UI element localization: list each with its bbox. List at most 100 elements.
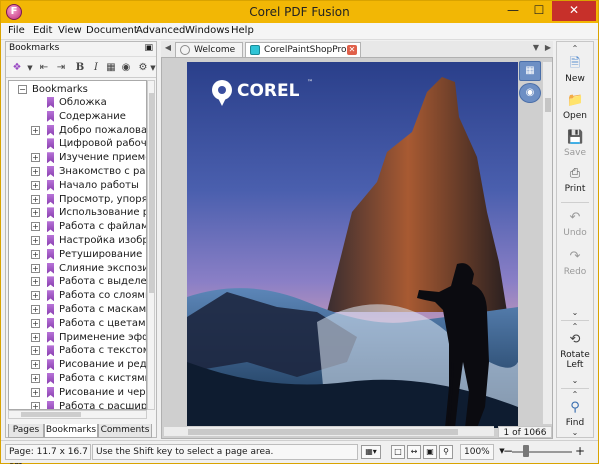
expand-node-icon[interactable]: +	[31, 208, 40, 218]
collapse-node-icon[interactable]: −	[18, 85, 27, 94]
scroll-thumb[interactable]	[149, 93, 154, 293]
dropdown-arrow-icon[interactable]: ▼	[146, 61, 160, 75]
expand-node-icon[interactable]: +	[31, 291, 40, 301]
tab-scroll-left-icon[interactable]: ◀	[163, 43, 173, 52]
list-item[interactable]: Содержание	[9, 110, 146, 123]
list-item[interactable]: + Работа с масками	[9, 303, 146, 316]
italic-icon[interactable]: I	[89, 61, 103, 75]
open-button[interactable]: 📁 Open	[557, 91, 593, 129]
expand-node-icon[interactable]: +	[31, 374, 40, 383]
close-tab-icon[interactable]: ✕	[347, 45, 357, 55]
expand-node-icon[interactable]: +	[31, 194, 40, 204]
print-button[interactable]: ⎙ Print	[557, 164, 593, 202]
minimize-button[interactable]: —	[500, 1, 526, 21]
list-item[interactable]: + Ретуширование и в	[9, 248, 146, 261]
actual-size-icon[interactable]: ▣	[423, 445, 437, 459]
chevron-down-icon[interactable]: ⌄	[557, 376, 593, 385]
list-item[interactable]: + Знакомство с рабо	[9, 165, 146, 178]
menu-advanced[interactable]: Advanced	[136, 25, 185, 36]
tab-list-dropdown-icon[interactable]: ▼	[531, 43, 541, 52]
close-button[interactable]: ✕	[552, 1, 596, 21]
properties-icon[interactable]: ▦	[104, 61, 118, 75]
tab-welcome[interactable]: Welcome	[175, 42, 243, 57]
list-item[interactable]: + Настройка изображ	[9, 234, 146, 247]
scroll-thumb[interactable]	[188, 429, 458, 435]
tab-bookmarks[interactable]: Bookmarks	[44, 424, 98, 438]
expand-node-icon[interactable]: +	[31, 332, 40, 342]
tree-horizontal-scrollbar[interactable]	[8, 410, 147, 419]
expand-node-icon[interactable]: +	[31, 167, 40, 176]
save-button[interactable]: 💾 Save	[557, 128, 593, 166]
chevron-down-icon[interactable]: ⌄	[557, 308, 593, 317]
menu-view[interactable]: View	[58, 25, 82, 36]
tab-comments[interactable]: Comments	[98, 424, 152, 438]
tab-scroll-right-icon[interactable]: ▶	[543, 43, 553, 52]
menu-windows[interactable]: Windows	[185, 25, 230, 36]
list-item[interactable]: + Добро пожаловать	[9, 124, 146, 137]
zoom-slider-thumb[interactable]	[523, 445, 529, 457]
page-navigator-button[interactable]: ◉	[519, 83, 541, 103]
zoom-level[interactable]: 100%	[460, 444, 494, 460]
list-item[interactable]: + Использование раб	[9, 206, 146, 219]
document-horizontal-scrollbar[interactable]	[164, 426, 494, 436]
expand-node-icon[interactable]: +	[31, 263, 40, 273]
expand-node-icon[interactable]: +	[31, 401, 40, 409]
expand-node-icon[interactable]: +	[31, 236, 40, 245]
list-item[interactable]: + Работа со слоями	[9, 289, 146, 302]
expand-node-icon[interactable]: +	[31, 125, 40, 135]
page-thumbnails-button[interactable]: ▦	[519, 61, 541, 81]
expand-node-icon[interactable]: +	[31, 318, 40, 328]
list-item[interactable]: Цифровой рабочий	[9, 137, 146, 150]
collapse-icon[interactable]: ⇥	[54, 61, 68, 75]
menu-document[interactable]: Document	[86, 25, 138, 36]
maximize-button[interactable]: ☐	[526, 1, 552, 21]
tree-root[interactable]: − Bookmarks	[9, 83, 146, 96]
expand-node-icon[interactable]: +	[31, 180, 40, 190]
expand-node-icon[interactable]: +	[31, 222, 40, 232]
dropdown-arrow-icon[interactable]: ▼	[23, 61, 37, 75]
menu-edit[interactable]: Edit	[33, 25, 52, 36]
list-item[interactable]: + Рисование и черчен	[9, 386, 146, 399]
menu-help[interactable]: Help	[231, 25, 254, 36]
color-icon[interactable]: ◉	[119, 61, 133, 75]
expand-node-icon[interactable]: +	[31, 346, 40, 356]
panel-float-icon[interactable]: ▣	[144, 43, 153, 53]
document-page[interactable]: COREL ™	[187, 62, 518, 428]
chevron-down-icon[interactable]: ⌄	[557, 428, 593, 437]
fit-width-icon[interactable]: ↔	[407, 445, 421, 459]
new-bookmark-icon[interactable]: ❖	[10, 61, 24, 75]
chevron-up-icon[interactable]: ⌃	[557, 44, 593, 53]
list-item[interactable]: Обложка	[9, 96, 146, 109]
zoom-in-icon[interactable]: +	[573, 445, 587, 459]
tree-vertical-scrollbar[interactable]	[147, 80, 155, 410]
document-vertical-scrollbar[interactable]	[542, 62, 552, 424]
expand-node-icon[interactable]: +	[31, 249, 40, 259]
expand-node-icon[interactable]: +	[31, 277, 40, 287]
rotate-left-button[interactable]: ⟲ Rotate Left	[557, 330, 593, 374]
list-item[interactable]: + Рисование и редакт	[9, 358, 146, 371]
bold-icon[interactable]: B	[73, 61, 87, 75]
list-item[interactable]: + Работа с выделенн	[9, 275, 146, 288]
list-item[interactable]: + Работа с текстом	[9, 344, 146, 357]
list-item[interactable]: + Работа с цветами и	[9, 317, 146, 330]
expand-icon[interactable]: ⇤	[37, 61, 51, 75]
list-item[interactable]: + Изучение приемов	[9, 151, 146, 164]
menu-file[interactable]: File	[8, 25, 25, 36]
expand-node-icon[interactable]: +	[31, 360, 40, 370]
list-item[interactable]: + Применение эффек	[9, 331, 146, 344]
redo-button[interactable]: ↷ Redo	[557, 247, 593, 285]
scroll-thumb[interactable]	[545, 98, 551, 112]
undo-button[interactable]: ↶ Undo	[557, 208, 593, 246]
fit-page-icon[interactable]: □	[391, 445, 405, 459]
list-item[interactable]: + Работа с кистями	[9, 372, 146, 385]
list-item[interactable]: + Начало работы	[9, 179, 146, 192]
list-item[interactable]: + Работа с расширен	[9, 400, 146, 409]
tab-corelpaintshoppro[interactable]: CorelPaintShopPro ✕	[245, 42, 361, 57]
expand-node-icon[interactable]: +	[31, 387, 40, 397]
list-item[interactable]: + Работа с файлами R	[9, 220, 146, 233]
expand-node-icon[interactable]: +	[31, 153, 40, 163]
expand-node-icon[interactable]: +	[31, 305, 40, 314]
list-item[interactable]: + Просмотр, упорядо	[9, 193, 146, 206]
new-button[interactable]: 🗎 New	[557, 54, 593, 92]
zoom-slider[interactable]	[512, 451, 572, 453]
